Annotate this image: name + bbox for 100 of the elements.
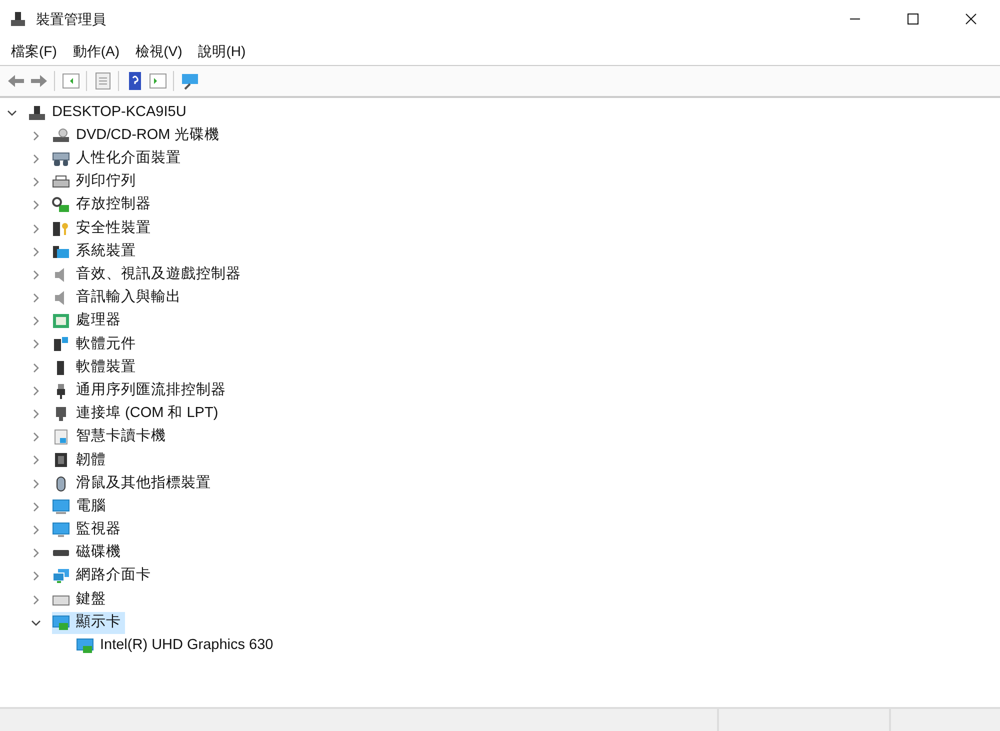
expand-chevron-icon[interactable] xyxy=(33,478,39,489)
tree-item-label: 安全性裝置 xyxy=(76,218,151,238)
menu-item[interactable]: 動作(A) xyxy=(66,41,127,62)
tree-item-label: 音訊輸入與輸出 xyxy=(76,288,181,308)
expand-chevron-icon[interactable] xyxy=(33,339,39,350)
scan-monitor-icon[interactable] xyxy=(180,72,200,90)
properties-icon[interactable] xyxy=(92,72,112,90)
tree-item[interactable]: 顯示卡 xyxy=(52,612,125,634)
keyboard-mouse-icon xyxy=(52,150,70,167)
storage-controller-icon xyxy=(52,197,70,214)
expand-chevron-icon[interactable] xyxy=(33,548,39,558)
tree-item[interactable]: 音效、視訊及遊戲控制器 xyxy=(52,264,245,286)
tree-item-label: 電腦 xyxy=(76,496,106,516)
printer-icon xyxy=(52,174,70,190)
tree-item-label: 存放控制器 xyxy=(76,195,151,214)
tree-item[interactable]: 軟體元件 xyxy=(52,333,140,356)
display-card-icon xyxy=(52,614,70,631)
tree-item-label: 顯示卡 xyxy=(76,612,121,632)
expand-chevron-icon[interactable] xyxy=(33,270,39,280)
menu-item[interactable]: 檢視(V) xyxy=(128,41,190,62)
tree-item-label: 連接埠 (COM 和 LPT) xyxy=(76,404,218,424)
disc-drive-icon xyxy=(52,128,70,144)
tree-item-label: 韌體 xyxy=(76,450,106,470)
tree-item[interactable]: 滑鼠及其他指標裝置 xyxy=(52,472,215,495)
minimize-icon[interactable] xyxy=(849,18,861,20)
expand-chevron-icon[interactable] xyxy=(33,130,39,141)
expand-chevron-icon[interactable] xyxy=(33,455,39,466)
expand-chevron-icon[interactable] xyxy=(33,177,39,188)
expand-chevron-icon[interactable] xyxy=(33,571,39,582)
expand-chevron-icon[interactable] xyxy=(33,594,39,605)
expand-chevron-icon[interactable] xyxy=(33,200,39,210)
card-reader-icon xyxy=(52,429,70,446)
tree-item-label: DESKTOP-KCA9I5U xyxy=(52,102,186,122)
expand-chevron-icon[interactable] xyxy=(33,154,39,164)
collapse-chevron-icon[interactable] xyxy=(31,620,41,626)
tree-item[interactable]: 韌體 xyxy=(52,449,110,472)
tree-item[interactable]: Intel(R) UHD Graphics 630 xyxy=(76,634,278,657)
tree-item-label: 滑鼠及其他指標裝置 xyxy=(76,474,211,493)
tree-item[interactable]: 安全性裝置 xyxy=(52,218,155,240)
tree-item[interactable]: 音訊輸入與輸出 xyxy=(52,287,185,310)
tree-item-label: 鍵盤 xyxy=(76,590,106,609)
back-arrow-icon[interactable] xyxy=(6,72,26,90)
tree-item[interactable]: 鍵盤 xyxy=(52,588,110,611)
tree-item-label: 智慧卡讀卡機 xyxy=(76,427,166,446)
tree-item-label: DVD/CD-ROM 光碟機 xyxy=(76,126,220,145)
tree-item[interactable]: 軟體裝置 xyxy=(52,356,140,379)
expand-chevron-icon[interactable] xyxy=(33,524,39,535)
collapse-chevron-icon[interactable] xyxy=(7,110,17,116)
tree-item-label: 軟體裝置 xyxy=(76,358,136,377)
tree-item[interactable]: 電腦 xyxy=(52,496,110,518)
expand-chevron-icon[interactable] xyxy=(33,246,39,257)
tree-item-label: 網路介面卡 xyxy=(76,566,151,586)
close-icon[interactable] xyxy=(965,13,977,25)
tree-item[interactable]: DESKTOP-KCA9I5U xyxy=(28,102,190,124)
processor-icon xyxy=(52,313,70,330)
tree-item[interactable]: 處理器 xyxy=(52,310,125,332)
tree-item[interactable]: 網路介面卡 xyxy=(52,565,155,588)
maximize-icon[interactable] xyxy=(907,13,919,25)
tree-item-label: 磁碟機 xyxy=(76,543,121,562)
tree-item-label: 音效、視訊及遊戲控制器 xyxy=(76,264,241,284)
expand-chevron-icon[interactable] xyxy=(33,224,39,234)
tree-item[interactable]: 人性化介面裝置 xyxy=(52,148,185,170)
window-title: 裝置管理員 xyxy=(36,10,106,28)
menu-item[interactable]: 檔案(F) xyxy=(4,41,64,62)
action-pane-icon[interactable] xyxy=(148,72,168,90)
tree-item-label: 列印佇列 xyxy=(76,172,136,192)
monitor-icon xyxy=(52,498,70,515)
tree-item-label: 人性化介面裝置 xyxy=(76,149,181,168)
expand-chevron-icon[interactable] xyxy=(33,293,39,304)
tree-item[interactable]: 智慧卡讀卡機 xyxy=(52,426,170,448)
expand-chevron-icon[interactable] xyxy=(33,409,39,420)
tree-item[interactable]: 磁碟機 xyxy=(52,542,125,564)
tree-item-label: Intel(R) UHD Graphics 630 xyxy=(100,636,274,656)
tree-item[interactable]: 通用序列匯流排控制器 xyxy=(52,380,230,402)
tree-item[interactable]: DVD/CD-ROM 光碟機 xyxy=(52,124,224,147)
expand-chevron-icon[interactable] xyxy=(33,502,39,512)
chip-icon xyxy=(52,452,70,468)
tree-item[interactable]: 連接埠 (COM 和 LPT) xyxy=(52,403,222,426)
tree-item-label: 處理器 xyxy=(76,311,121,330)
expand-chevron-icon[interactable] xyxy=(33,386,39,396)
tree-item-label: 軟體元件 xyxy=(76,334,136,354)
tree-item[interactable]: 系統裝置 xyxy=(52,240,140,263)
tree-item[interactable]: 存放控制器 xyxy=(52,194,155,216)
expand-chevron-icon[interactable] xyxy=(33,362,39,373)
menu-item[interactable]: 說明(H) xyxy=(191,41,253,62)
tree-item[interactable]: 列印佇列 xyxy=(52,171,140,194)
expand-chevron-icon[interactable] xyxy=(33,316,39,326)
tree-item[interactable]: 監視器 xyxy=(52,518,125,541)
monitor-icon xyxy=(52,522,70,538)
expand-chevron-icon[interactable] xyxy=(33,432,39,442)
forward-arrow-icon[interactable] xyxy=(28,72,48,90)
tree-item-label: 系統裝置 xyxy=(76,242,136,261)
folder-monitor-icon xyxy=(52,244,70,260)
network-icon xyxy=(52,568,70,584)
display-card-icon xyxy=(76,638,94,654)
console-tree-icon[interactable] xyxy=(60,72,80,90)
tree-item-label: 監視器 xyxy=(76,520,121,540)
computer-tower-icon xyxy=(28,104,46,121)
tree-item-label: 通用序列匯流排控制器 xyxy=(76,380,226,400)
key-tower-icon xyxy=(52,220,70,237)
